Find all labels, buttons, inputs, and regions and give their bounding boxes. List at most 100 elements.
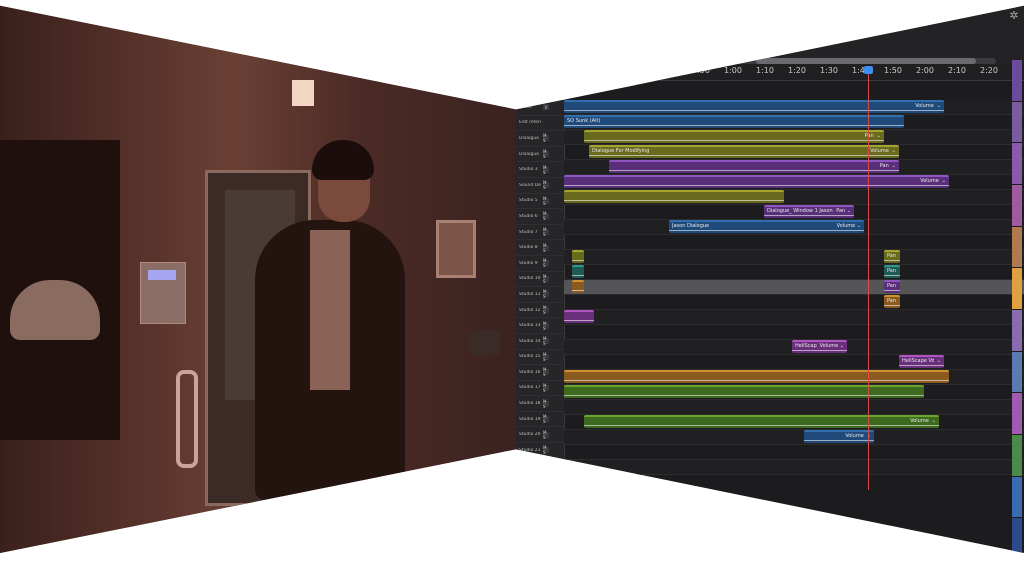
mute-solo-button[interactable]: M S	[543, 289, 549, 299]
marker-icon[interactable]: ▾	[537, 89, 544, 97]
playhead[interactable]	[868, 70, 869, 490]
mute-solo-button[interactable]: M S	[543, 165, 549, 175]
audio-clip[interactable]: Volume⌄	[564, 100, 944, 113]
link-icon[interactable]: ∞	[528, 89, 535, 97]
audio-clip-small[interactable]	[572, 250, 584, 263]
mute-solo-button[interactable]: M S	[543, 352, 549, 362]
track-header[interactable]: Studio 16 M S	[516, 365, 564, 381]
track-header[interactable]: Studio 17 M S	[516, 381, 564, 397]
mute-solo-button[interactable]: M S	[543, 243, 549, 253]
track-header[interactable]: Dialogue 2M S	[516, 147, 564, 163]
chevron-down-icon[interactable]: ⌄	[889, 163, 896, 169]
audio-clip-small[interactable]	[572, 280, 584, 293]
track-header[interactable]: Studio 10 M S	[516, 272, 564, 288]
chevron-down-icon[interactable]: ⌄	[934, 103, 941, 109]
audio-clip-small[interactable]	[572, 265, 584, 278]
track-header[interactable]: Studio 14 M S	[516, 334, 564, 350]
track-header[interactable]: Video V	[516, 100, 564, 116]
clip-volume-menu[interactable]: Volume	[912, 103, 934, 109]
mute-solo-button[interactable]: M S	[543, 149, 549, 159]
audio-clip[interactable]: Volume⌄	[564, 175, 949, 188]
track-lane[interactable]	[564, 295, 1024, 310]
audio-clip[interactable]	[564, 190, 784, 203]
track-header[interactable]: Studio 3 M S	[516, 162, 564, 178]
audio-clip[interactable]: Jason Dialogue Volume ⌄	[669, 220, 864, 233]
audio-clip[interactable]: Pan 1	[884, 295, 900, 308]
track-header[interactable]: Edit reference	[516, 116, 564, 132]
wrench-icon[interactable]: ⚙	[546, 89, 553, 97]
mute-solo-button[interactable]: M S	[543, 196, 549, 206]
track-toggle-button[interactable]: V	[543, 104, 549, 111]
track-header[interactable]: Studio 21 M S	[516, 443, 564, 459]
track-header[interactable]: Studio 22 M S	[516, 459, 564, 475]
mute-solo-button[interactable]: M S	[543, 367, 549, 377]
clip-volume-menu[interactable]: Volume	[917, 178, 939, 184]
mute-solo-button[interactable]: M S	[543, 227, 549, 237]
audio-clip[interactable]: Pan 1	[884, 250, 900, 263]
audio-clip[interactable]: Pan 2	[884, 280, 900, 293]
audio-clip-chopped[interactable]	[564, 370, 949, 383]
clip-pan-menu[interactable]: Pan ⌄	[833, 208, 851, 214]
chevron-down-icon[interactable]: ⌄	[889, 148, 896, 154]
mute-solo-button[interactable]: M S	[543, 477, 549, 487]
clip-volume-menu[interactable]: Volume	[842, 433, 864, 439]
clip-volume-menu[interactable]: Volume ⌄	[817, 343, 844, 349]
chevron-down-icon[interactable]: ⌄	[874, 133, 881, 139]
mute-solo-button[interactable]: M S	[543, 305, 549, 315]
audio-clip[interactable]: Volume⌄	[584, 415, 939, 428]
track-lane[interactable]	[564, 310, 1024, 325]
track-header[interactable]: Studio 9 M S	[516, 256, 564, 272]
mute-solo-button[interactable]: M S	[543, 414, 549, 424]
track-header[interactable]: Studio 5 M S	[516, 194, 564, 210]
mute-solo-button[interactable]: M S	[543, 399, 549, 409]
track-header[interactable]: Dialogue 1M S	[516, 131, 564, 147]
chevron-down-icon[interactable]: ⌄	[934, 358, 941, 364]
audio-clip[interactable]: Pan 2	[884, 265, 900, 278]
mute-solo-button[interactable]: M S	[543, 445, 549, 455]
audio-clip-small[interactable]	[564, 310, 594, 323]
mute-solo-button[interactable]: M S	[543, 383, 549, 393]
track-header[interactable]: Studio 19 M S	[516, 412, 564, 428]
track-header[interactable]: Studio 11 M S	[516, 287, 564, 303]
track-lane[interactable]	[564, 460, 1024, 475]
mute-solo-button[interactable]: M S	[543, 274, 549, 284]
audio-clip[interactable]	[564, 385, 924, 398]
clip-volume-menu[interactable]: Volume ⌄	[834, 223, 861, 229]
mute-solo-button[interactable]: M S	[543, 430, 549, 440]
track-lane[interactable]	[564, 325, 1024, 340]
track-lane-selected[interactable]	[564, 280, 1024, 295]
track-lane[interactable]	[564, 235, 1024, 250]
clip-pan-menu[interactable]: Pan	[877, 163, 889, 169]
track-header[interactable]: Studio 13 M S	[516, 318, 564, 334]
clip-volume-menu[interactable]: Volume	[907, 418, 929, 424]
clip-volume-menu[interactable]: Volume	[867, 148, 889, 154]
audio-clip[interactable]: SO Sunk (Alt)	[564, 115, 904, 128]
track-header[interactable]: Studio 8 M S	[516, 240, 564, 256]
track-header[interactable]: Studio 7 M S	[516, 225, 564, 241]
audio-clip[interactable]: Dialogue For Modifying Volume ⌄	[589, 145, 899, 158]
mute-solo-button[interactable]: M S	[543, 336, 549, 346]
mute-solo-button[interactable]: M S	[543, 133, 549, 143]
track-header[interactable]: Studio 23 M S	[516, 474, 564, 490]
snap-icon[interactable]: ⟲	[519, 89, 526, 97]
track-header[interactable]: Studio 18 M S	[516, 396, 564, 412]
audio-clip[interactable]: Dialogue_ Window 1 Jason additionalsPan …	[764, 205, 854, 218]
mute-solo-button[interactable]: M S	[543, 321, 549, 331]
audio-clip[interactable]: Pan ⌄	[609, 160, 899, 173]
track-header[interactable]: Sound DefaultsM S	[516, 178, 564, 194]
track-lane[interactable]	[564, 400, 1024, 415]
audio-clip[interactable]: Volume⌄	[804, 430, 874, 443]
track-lane[interactable]	[564, 250, 1024, 265]
track-lanes[interactable]: Volume ⌄ SO Sunk (Alt) Pan ⌄ Dialogue For …	[564, 100, 1024, 480]
mute-solo-button[interactable]: M S	[543, 258, 549, 268]
time-ruler[interactable]: 0:10 0:20 0:30 0:40 0:50 1:00 1:10 1:20 …	[564, 64, 1024, 81]
audio-clip[interactable]: Pan ⌄	[584, 130, 884, 143]
mute-solo-button[interactable]: M S	[543, 461, 549, 471]
track-lane[interactable]	[564, 445, 1024, 460]
chevron-down-icon[interactable]: ⌄	[929, 418, 936, 424]
settings-gear-icon[interactable]: ✲	[1008, 10, 1020, 22]
track-header[interactable]: Studio 12 M S	[516, 303, 564, 319]
chevron-down-icon[interactable]: ⌄	[939, 178, 946, 184]
track-lane[interactable]	[564, 430, 1024, 445]
mute-solo-button[interactable]: M S	[543, 180, 549, 190]
